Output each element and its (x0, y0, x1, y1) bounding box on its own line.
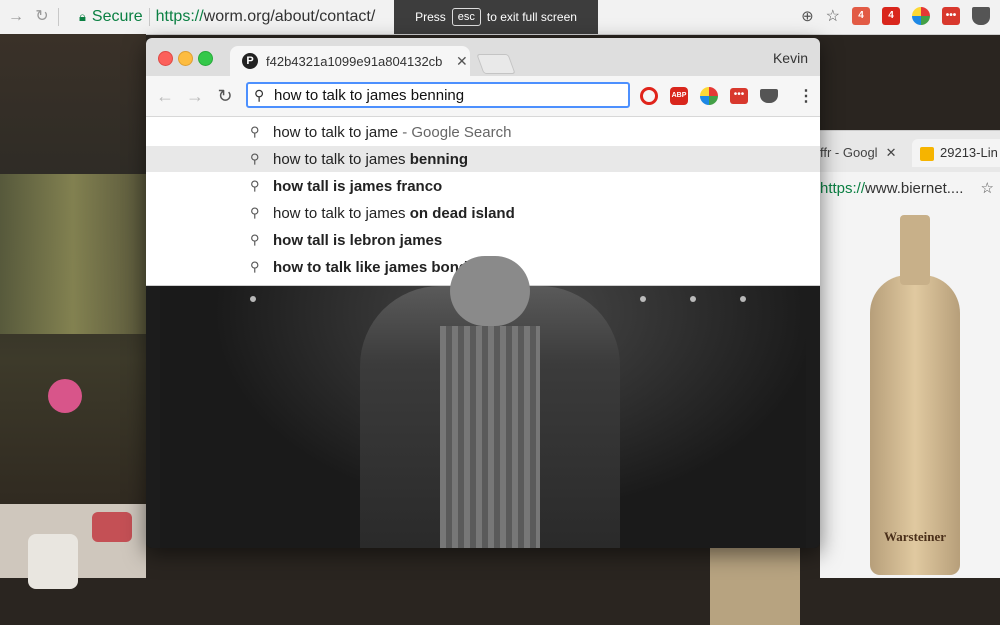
favicon-icon (920, 146, 934, 161)
close-icon[interactable]: ✕ (886, 145, 897, 160)
suggestion-prefix: how to talk to jame (273, 123, 399, 141)
suggestion-text: how to talk to james benning (273, 151, 468, 168)
url-scheme: https:// (820, 180, 866, 197)
search-icon: ⚲ (250, 232, 260, 247)
suggestion-text: how to talk to james on dead island (273, 205, 515, 222)
banner-press: Press (415, 10, 446, 24)
tab-title: f42b4321a1099e91a804132cb (266, 53, 443, 69)
dots-extension-icon[interactable]: ••• (730, 88, 748, 104)
suggestion-prefix: how to talk to james (273, 204, 406, 222)
back-icon[interactable]: ← (154, 85, 176, 107)
fullscreen-banner: Press esc to exit full screen (394, 0, 598, 34)
foreground-browser-window: P f42b4321a1099e91a804132cb ✕ Kevin ← → … (146, 38, 820, 548)
photo-bottle: Warsteiner (870, 215, 960, 575)
reload-icon[interactable]: ↻ (214, 85, 236, 107)
banner-text: to exit full screen (486, 10, 577, 24)
suggestion-text: how tall is james franco (273, 178, 442, 195)
star-icon[interactable]: ☆ (826, 6, 840, 26)
photo-man (360, 256, 620, 548)
suggestion-item[interactable]: ⚲ how to talk to james on dead island (146, 200, 820, 226)
close-tab-icon[interactable]: ✕ (456, 53, 468, 70)
secure-label: Secure (91, 8, 143, 25)
right-browser-url[interactable]: https://www.biernet.... ☆ (820, 172, 1000, 207)
separator (58, 8, 59, 26)
opera-icon[interactable] (640, 87, 658, 105)
reload-icon[interactable]: ↻ (32, 7, 52, 27)
photo-candle (92, 512, 132, 542)
navigation-bar: ← → ↻ ⚲ ABP ••• ⋮ (146, 76, 820, 117)
separator (148, 8, 150, 26)
omnibox-input[interactable] (274, 86, 614, 104)
pinterest-icon: P (242, 53, 258, 69)
suggestion-suffix: - Google Search (398, 123, 512, 141)
right-browser-tabstrip: ffr - Googl ✕ 29213-Lin (820, 130, 1000, 173)
suggestion-prefix: how to talk to james (273, 150, 406, 168)
background-toolbar-icons: ⊕ ☆ 4 4 ••• (801, 6, 990, 26)
banner-esc-key: esc (451, 8, 481, 26)
suggestion-bold: how tall is lebron james (273, 231, 443, 249)
forward-icon[interactable]: → (6, 7, 26, 27)
fullscreen-window-button[interactable] (198, 51, 213, 66)
url-path: www.biernet.... (865, 180, 964, 197)
extension-red-icon[interactable]: 4 (852, 7, 870, 25)
search-icon: ⚲ (250, 178, 260, 193)
photo-shirt (440, 326, 540, 548)
minimize-window-button[interactable] (178, 51, 193, 66)
suggestion-item[interactable]: ⚲ how tall is james franco (146, 173, 820, 199)
search-icon: ⚲ (250, 124, 260, 139)
photo-face (450, 256, 530, 326)
profile-name[interactable]: Kevin (773, 50, 808, 66)
search-icon: ⚲ (250, 205, 260, 220)
pocket-icon[interactable] (760, 89, 778, 103)
close-window-button[interactable] (158, 51, 173, 66)
menu-icon[interactable]: ⋮ (798, 86, 814, 106)
search-icon: ⚲ (254, 86, 265, 103)
titlebar: P f42b4321a1099e91a804132cb ✕ Kevin (146, 38, 820, 76)
zoom-icon[interactable]: ⊕ (801, 7, 814, 25)
url-path: worm.org/about/contact/ (203, 8, 376, 25)
right-browser-tab-2[interactable]: 29213-Lin (912, 139, 1000, 167)
search-icon: ⚲ (250, 259, 260, 274)
tab-title: ffr - Googl (820, 145, 878, 160)
search-icon: ⚲ (250, 151, 260, 166)
background-photo-restaurant (0, 34, 146, 589)
background-photo-bottle: Warsteiner (710, 205, 1000, 625)
pinwheel-icon[interactable] (700, 87, 718, 105)
tab-title: 29213-Lin (940, 145, 998, 160)
bottle-neck (900, 215, 930, 285)
suggestion-text: how to talk to jame - Google Search (273, 124, 511, 141)
photo-window (0, 174, 146, 334)
suggestion-item[interactable]: ⚲ how to talk to jame - Google Search (146, 119, 820, 145)
suggestion-text: how to talk like james bond (273, 259, 468, 276)
photo-flower (48, 379, 82, 413)
suggestion-bold: benning (405, 150, 469, 168)
bottle-brand: Warsteiner (883, 529, 947, 544)
background-url[interactable]: https://worm.org/about/contact/ (156, 8, 376, 26)
photo-vase (28, 534, 78, 589)
suggestion-bold: on dead island (405, 204, 515, 222)
page-content (146, 256, 820, 548)
suggestion-bold: how to talk like james bond (273, 258, 469, 276)
suggestion-item-selected[interactable]: ⚲ how to talk to james benning (146, 146, 820, 172)
right-browser-tab-1[interactable]: ffr - Googl ✕ (820, 139, 910, 167)
star-icon[interactable]: ☆ (981, 172, 994, 206)
portrait-photo (160, 256, 806, 548)
abp-icon[interactable]: 4 (882, 7, 900, 25)
lock-icon: 🔒︎ (79, 9, 86, 24)
omnibox[interactable]: ⚲ (246, 82, 630, 108)
url-scheme: https:// (155, 8, 204, 25)
pocket-icon[interactable] (972, 7, 990, 25)
extension-icons: ABP ••• ⋮ (640, 86, 814, 106)
dots-extension-icon[interactable]: ••• (942, 7, 960, 25)
pinwheel-icon[interactable] (912, 7, 930, 25)
adblock-plus-icon[interactable]: ABP (670, 87, 688, 105)
tab-active[interactable]: P f42b4321a1099e91a804132cb ✕ (230, 46, 470, 76)
forward-icon[interactable]: → (184, 85, 206, 107)
suggestion-item[interactable]: ⚲ how tall is lebron james (146, 227, 820, 253)
new-tab-button[interactable] (476, 54, 516, 74)
suggestion-bold: how tall is james franco (273, 177, 443, 195)
suggestion-text: how tall is lebron james (273, 232, 442, 249)
